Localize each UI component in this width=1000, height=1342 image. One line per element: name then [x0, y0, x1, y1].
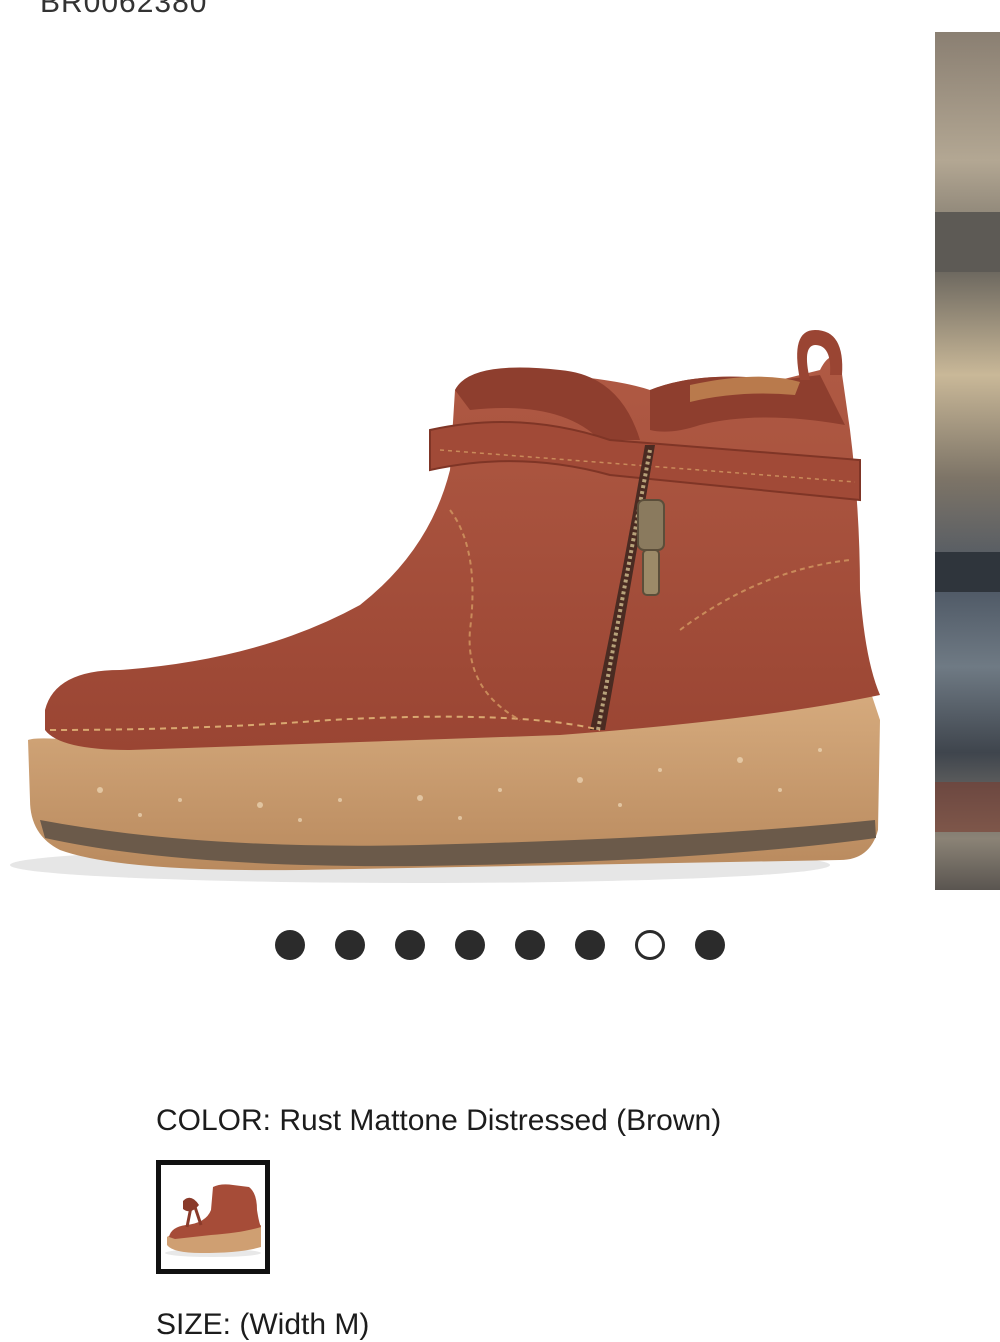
gallery-dot[interactable] — [515, 930, 545, 960]
color-label: COLOR: — [156, 1104, 272, 1137]
gallery-dot[interactable] — [395, 930, 425, 960]
boot-thumbnail-icon — [165, 1184, 261, 1257]
gallery-dot[interactable] — [335, 930, 365, 960]
size-label: SIZE: — [156, 1308, 232, 1341]
rock-shape — [935, 552, 1000, 592]
boot-illustration — [10, 330, 880, 883]
gallery-pagination — [275, 930, 725, 962]
size-value: (Width M) — [239, 1308, 370, 1341]
color-selection: COLOR: Rust Mattone Distressed (Brown) — [156, 1104, 721, 1138]
gallery-dot[interactable] — [575, 930, 605, 960]
rock-shape — [935, 212, 1000, 272]
gallery-dot-active[interactable] — [635, 930, 665, 960]
product-main-image[interactable] — [0, 30, 930, 900]
gallery-dot[interactable] — [455, 930, 485, 960]
gallery-dot[interactable] — [695, 930, 725, 960]
product-image-gallery[interactable] — [0, 30, 1000, 900]
next-product-image-peek[interactable] — [935, 32, 1000, 890]
color-swatch[interactable] — [156, 1160, 270, 1274]
color-value: Rust Mattone Distressed (Brown) — [279, 1104, 722, 1137]
gallery-dot[interactable] — [275, 930, 305, 960]
size-selection: SIZE: (Width M) — [156, 1308, 369, 1342]
product-sku: BR0062380 — [40, 0, 208, 19]
rock-shape — [935, 782, 1000, 832]
